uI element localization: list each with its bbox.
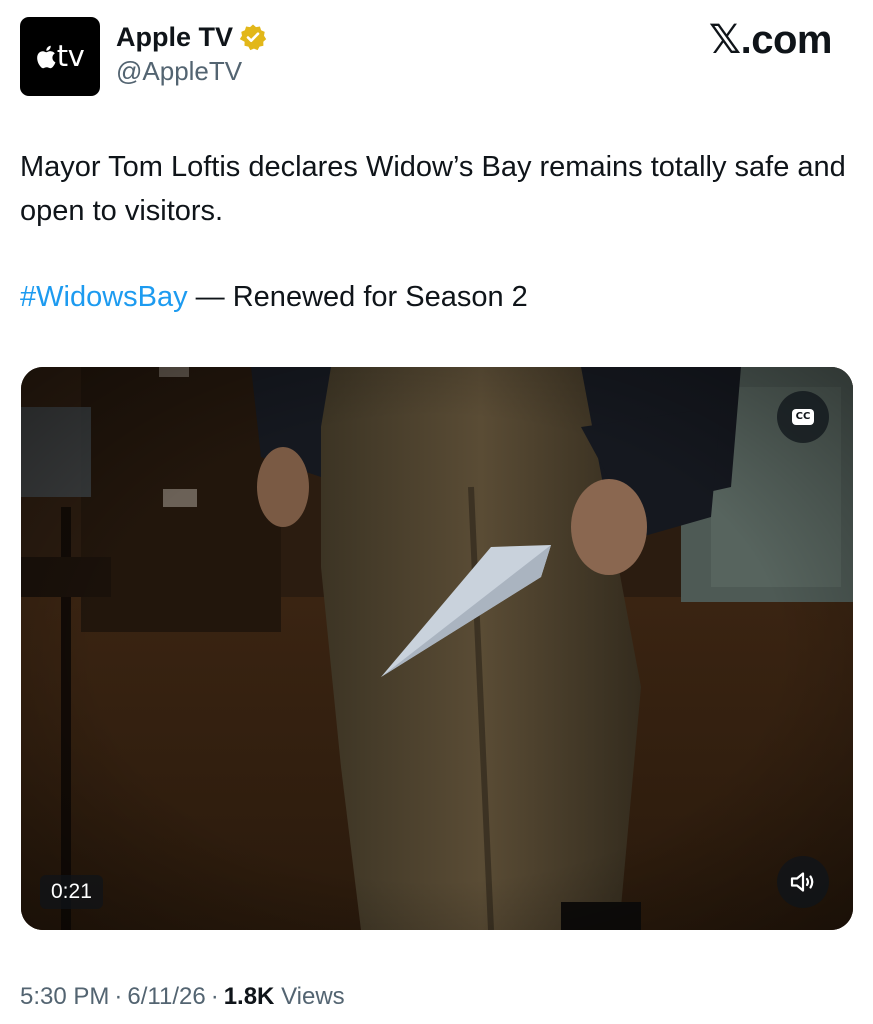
video-player[interactable]: CC 0:21: [21, 367, 853, 930]
video-duration: 0:21: [40, 875, 103, 909]
tweet-time[interactable]: 5:30 PM: [20, 983, 109, 1010]
meta-separator: ·: [210, 983, 219, 1010]
apple-logo-icon: [36, 45, 56, 68]
apple-tv-logo: tv: [36, 42, 85, 71]
avatar[interactable]: tv: [20, 17, 100, 96]
meta-separator: ·: [114, 983, 123, 1010]
tweet-suffix: — Renewed for Season 2: [187, 281, 528, 313]
tweet-hashtag-line: #WidowsBay — Renewed for Season 2: [20, 277, 528, 317]
views-count[interactable]: 1.8K: [224, 983, 275, 1010]
tweet-text: Mayor Tom Loftis declares Widow’s Bay re…: [20, 145, 850, 233]
verified-badge-icon[interactable]: [239, 23, 267, 51]
views-label: Views: [281, 983, 345, 1010]
video-frame: [21, 367, 853, 930]
tweet-date[interactable]: 6/11/26: [127, 983, 205, 1010]
display-name[interactable]: Apple TV: [116, 23, 233, 51]
hashtag-link[interactable]: #WidowsBay: [20, 281, 188, 313]
avatar-tv-text: tv: [56, 39, 85, 73]
cc-icon: CC: [792, 409, 814, 425]
tweet-meta: 5:30 PM · 6/11/26 · 1.8K Views: [20, 981, 345, 1013]
speaker-muted-icon: [790, 872, 814, 892]
captions-button[interactable]: CC: [777, 391, 829, 443]
mute-button[interactable]: [777, 856, 829, 908]
tweet-body: Mayor Tom Loftis declares Widow’s Bay re…: [20, 151, 846, 227]
site-label: 𝕏.com: [708, 18, 833, 62]
display-name-row: Apple TV: [116, 20, 267, 54]
account-handle[interactable]: @AppleTV: [116, 58, 242, 84]
